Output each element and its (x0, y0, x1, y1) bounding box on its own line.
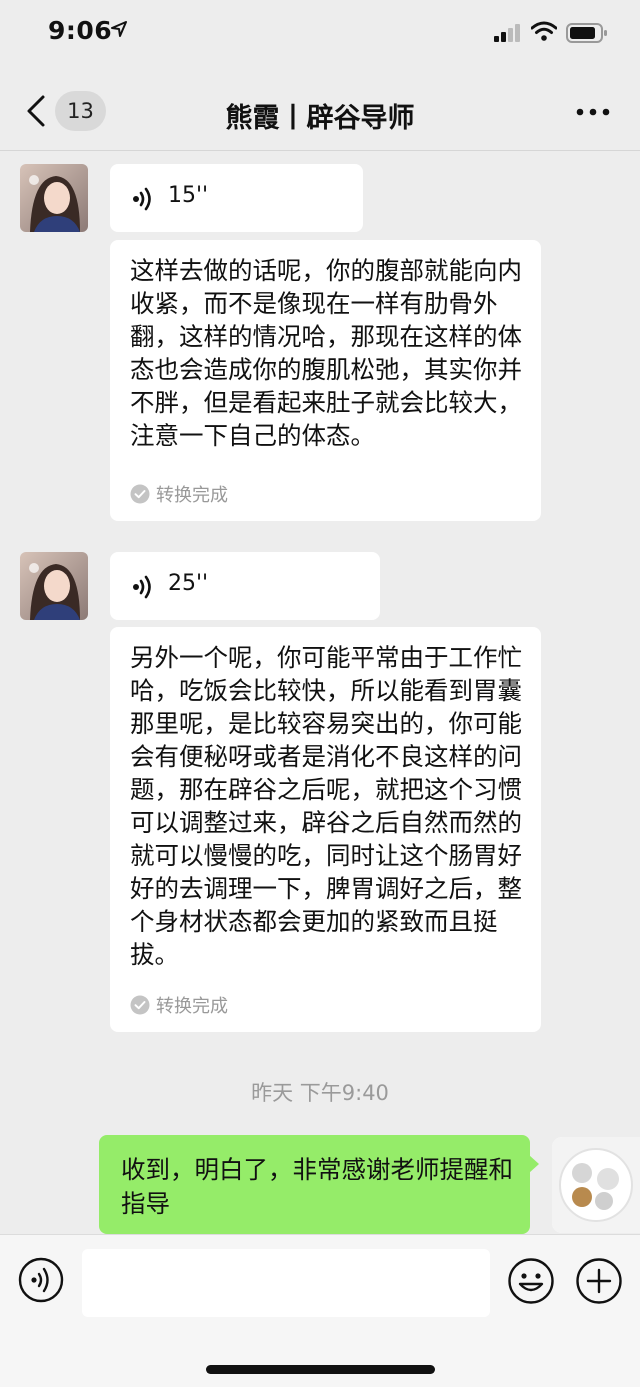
message-input[interactable] (82, 1249, 490, 1317)
transcript-text: 这样去做的话呢，你的腹部就能向内收紧，而不是像现在一样有肋骨外翻，这样的情况哈，… (130, 256, 522, 450)
chat-header: 13 熊霞丨辟谷导师 (0, 70, 640, 151)
voice-duration: 15'' (168, 183, 209, 208)
voice-message-bubble[interactable]: 25'' (110, 552, 380, 620)
check-circle-icon (130, 995, 150, 1015)
input-bar (0, 1234, 640, 1387)
add-more-icon[interactable] (575, 1257, 623, 1305)
message-timestamp: 昨天 下午9:40 (251, 1081, 389, 1105)
contact-avatar[interactable] (20, 164, 88, 232)
check-circle-icon (130, 484, 150, 504)
outgoing-message-bubble[interactable]: 收到，明白了，非常感谢老师提醒和指导 (99, 1135, 539, 1234)
contact-avatar[interactable] (20, 552, 88, 620)
status-bar: 9:06 (0, 0, 640, 70)
chat-title: 熊霞丨辟谷导师 (225, 103, 415, 134)
bubble-tail (529, 1155, 539, 1173)
cellular-signal-icon (494, 24, 520, 42)
transcript-bubble[interactable]: 另外一个呢，你可能平常由于工作忙哈，吃饭会比较快，所以能看到胃囊那里呢，是比较容… (110, 627, 541, 1032)
conversion-status: 转换完成 (130, 481, 228, 507)
outgoing-message-text: 收到，明白了，非常感谢老师提醒和指导 (121, 1155, 513, 1218)
voice-wave-icon (133, 575, 151, 599)
transcript-text: 另外一个呢，你可能平常由于工作忙哈，吃饭会比较快，所以能看到胃囊那里呢，是比较容… (130, 643, 522, 969)
my-avatar[interactable] (552, 1137, 640, 1233)
more-options-icon[interactable] (576, 108, 610, 116)
home-indicator[interactable] (206, 1365, 435, 1374)
emoji-icon[interactable] (507, 1257, 555, 1305)
voice-wave-icon (133, 187, 151, 211)
voice-input-icon[interactable] (18, 1257, 64, 1303)
voice-duration: 25'' (168, 571, 209, 596)
conversion-status: 转换完成 (130, 992, 228, 1018)
voice-message-bubble[interactable]: 15'' (110, 164, 363, 232)
wifi-icon (531, 21, 557, 41)
clock: 9:06 (48, 16, 113, 45)
battery-icon (566, 23, 607, 43)
location-arrow-icon (111, 21, 127, 37)
transcript-bubble[interactable]: 这样去做的话呢，你的腹部就能向内收紧，而不是像现在一样有肋骨外翻，这样的情况哈，… (110, 240, 541, 521)
